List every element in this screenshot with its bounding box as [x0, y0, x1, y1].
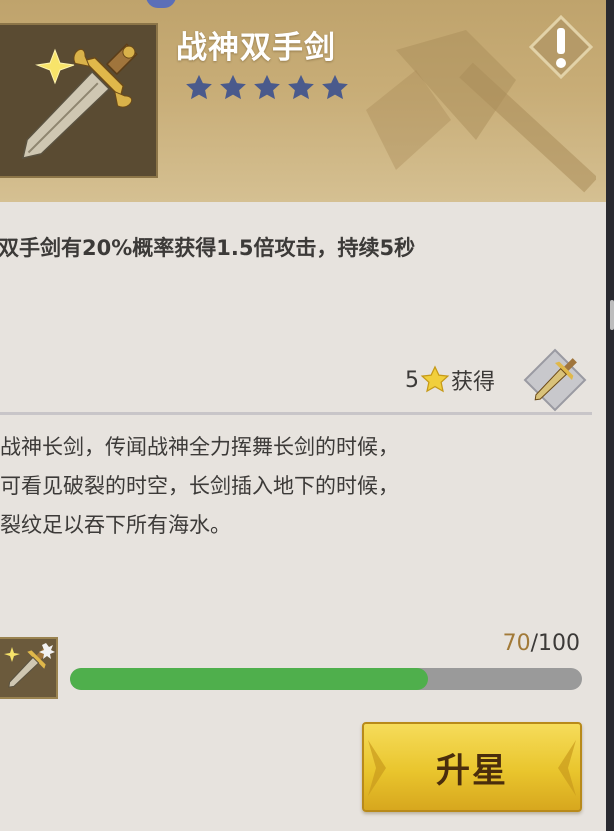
upgrade-star-button[interactable]: 升星: [362, 722, 582, 812]
item-lore: 战神长剑，传闻战神全力挥舞长剑的时候， 可看见破裂的时空，长剑插入地下的时候， …: [0, 428, 399, 545]
star-icon: [322, 74, 348, 100]
obtain-star-count: 5: [405, 367, 419, 393]
star-icon: [186, 74, 212, 100]
item-header: 战神双手剑: [0, 0, 606, 202]
greatsword-icon: [21, 43, 138, 160]
lore-line: 战神长剑，传闻战神全力挥舞长剑的时候，: [0, 435, 399, 459]
progress-separator: /: [530, 631, 538, 656]
fragment-item-icon: [0, 637, 58, 699]
skill-description: 双手剑有20%概率获得1.5倍攻击，持续5秒: [0, 236, 416, 260]
progress-max: 100: [538, 631, 580, 656]
scrollbar[interactable]: [606, 0, 614, 831]
greatsword-fragment-icon: [4, 643, 55, 688]
item-icon-frame: [0, 23, 158, 178]
lore-line: 可看见破裂的时空，长剑插入地下的时候，: [0, 474, 399, 498]
obtain-requirement: 5 获得: [405, 364, 495, 396]
section-divider: [0, 412, 592, 415]
progress-fill: [70, 668, 429, 690]
lore-line: 裂纹足以吞下所有海水。: [0, 513, 231, 537]
progress-counter: 70/100: [503, 631, 580, 656]
star-icon: [254, 74, 280, 100]
info-icon[interactable]: [528, 14, 594, 80]
progress-current: 70: [502, 631, 531, 656]
greatsword-small-icon: [523, 348, 587, 412]
star-rating: [184, 73, 350, 103]
star-icon: [288, 74, 314, 100]
button-ornament-left-icon: [368, 740, 386, 796]
gold-star-icon: [420, 365, 450, 393]
button-ornament-right-icon: [558, 740, 576, 796]
obtain-label: 获得: [451, 370, 496, 395]
star-icon: [220, 74, 246, 100]
item-title: 战神双手剑: [176, 30, 336, 66]
progress-bar: [70, 668, 582, 690]
upgrade-button-label: 升星: [436, 750, 508, 791]
